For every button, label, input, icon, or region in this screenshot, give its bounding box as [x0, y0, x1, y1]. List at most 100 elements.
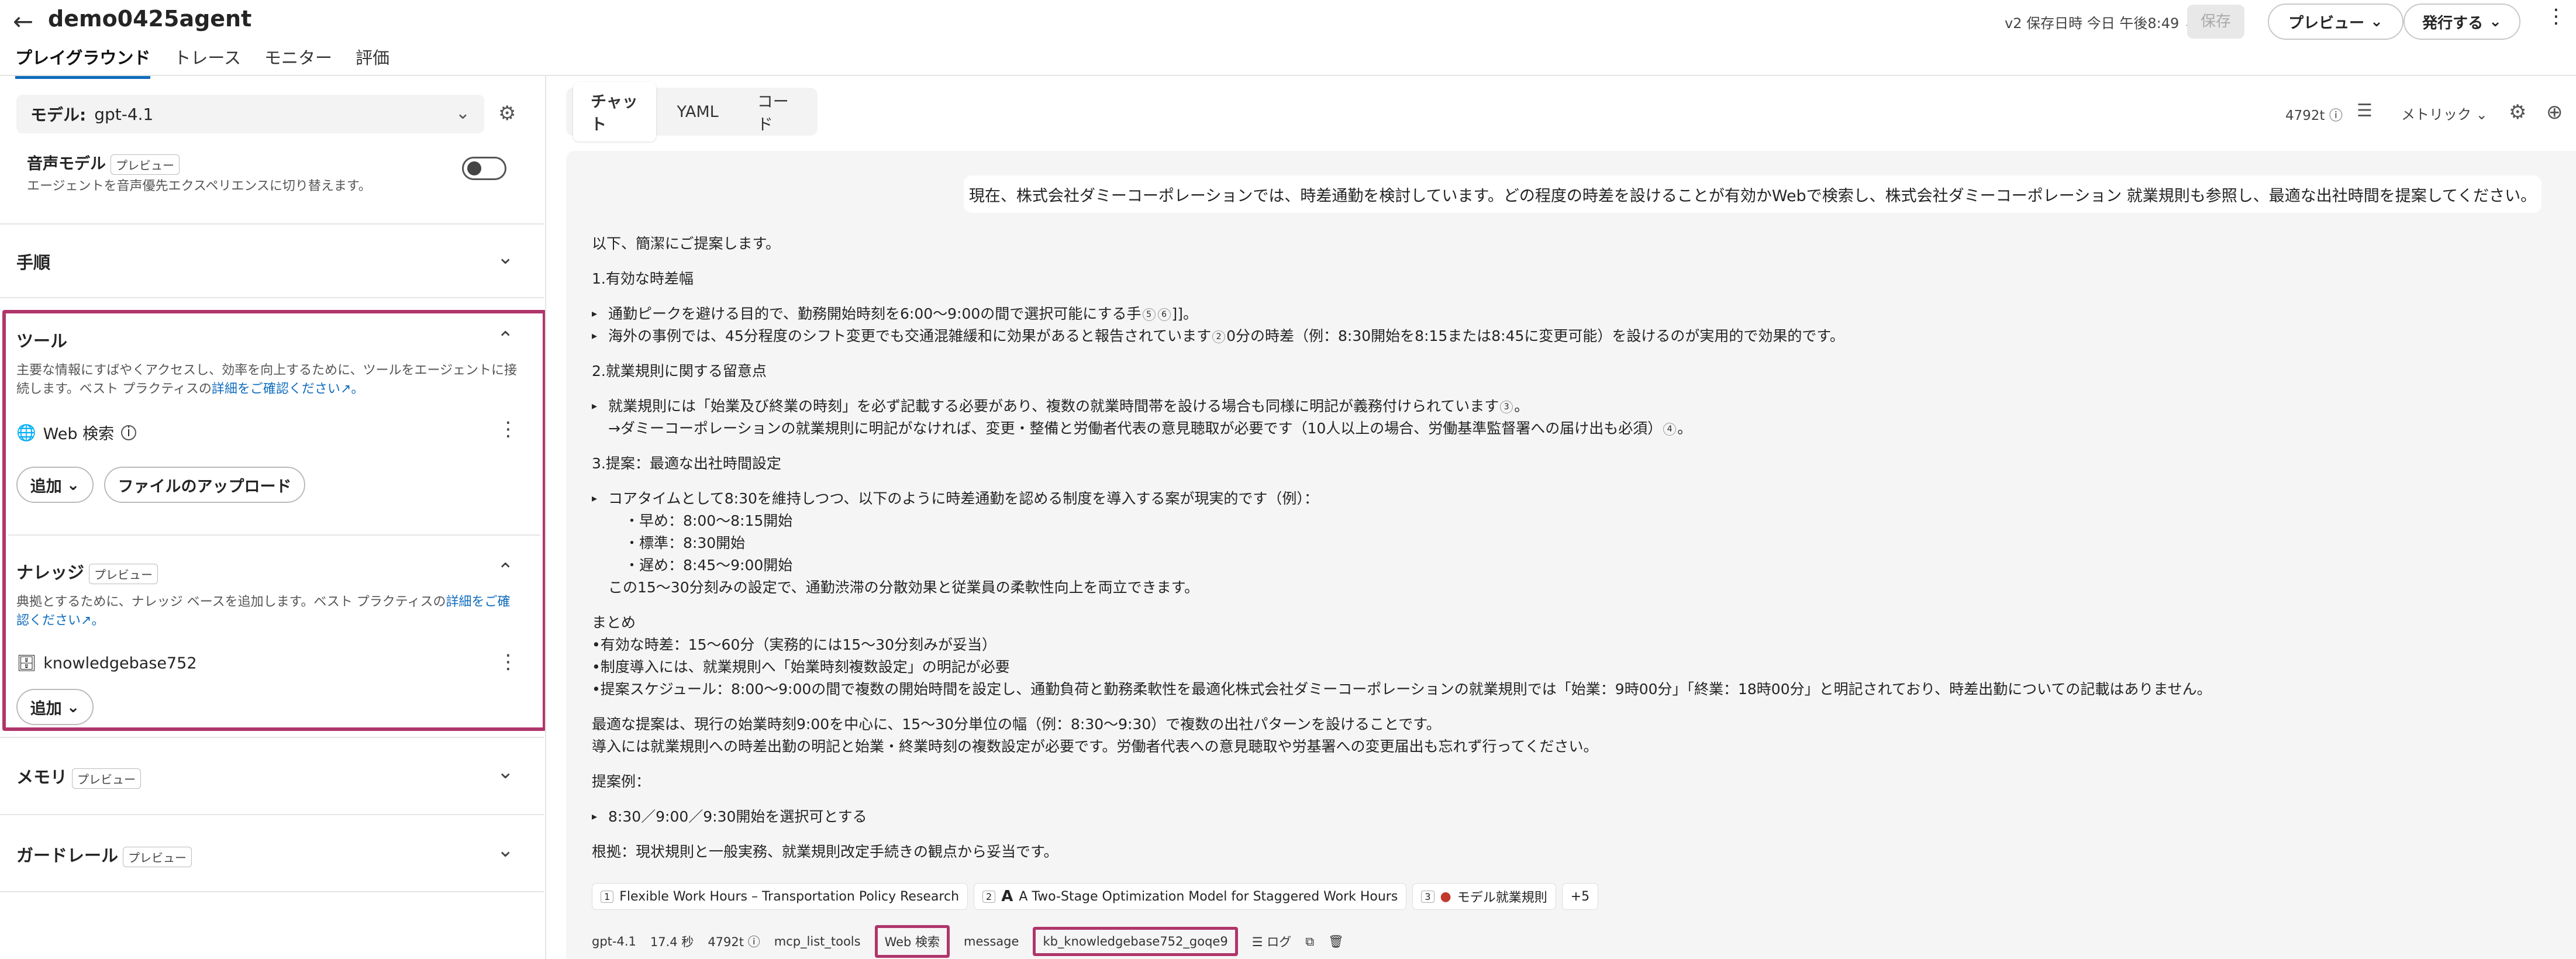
reference-list: 1 Flexible Work Hours – Transportation Po… [592, 883, 1599, 910]
answer-heading-1: 1.有効な時差幅 [592, 270, 694, 287]
step-message[interactable]: message [964, 934, 1019, 948]
answer-sub-item: ・遅め：8:45〜9:00開始 [625, 557, 793, 574]
divider [0, 737, 544, 738]
knowledge-title-text: ナレッジ [16, 563, 85, 582]
reference-title: A Two-Stage Optimization Model for Stagg… [1019, 889, 1398, 904]
tab-playground[interactable]: プレイグラウンド [15, 44, 151, 79]
meta-tokens: 4792t ⓘ [708, 933, 760, 950]
add-tool-label: 追加 [30, 477, 62, 496]
web-search-label: Web 検索 [43, 425, 115, 443]
chevron-up-icon[interactable]: ⌃ [497, 559, 514, 582]
voice-model-toggle[interactable] [462, 157, 506, 180]
token-count: 4792t ⓘ [2285, 104, 2343, 124]
summary-title: まとめ [592, 614, 636, 631]
divider [0, 891, 544, 892]
chevron-down-icon[interactable]: ⌄ [497, 246, 514, 269]
top-bar: ← demo0425agent プレイグラウンド トレース モニター 評価 v2… [0, 0, 2576, 79]
more-references-button[interactable]: +5 [1561, 883, 1599, 910]
publish-button[interactable]: 発行する ⌄ [2403, 4, 2520, 40]
guardrail-title: ガードレール プレビュー [16, 842, 192, 867]
database-icon: 🗄 [16, 654, 37, 672]
step-mcp-list-tools[interactable]: mcp_list_tools [774, 934, 861, 948]
preview-badge: プレビュー [111, 154, 180, 175]
line-text-end: 。 [1677, 420, 1692, 437]
reference-chip[interactable]: 1 Flexible Work Hours – Transportation Po… [592, 883, 968, 910]
chevron-down-icon[interactable]: ⌄ [497, 839, 514, 862]
token-count-text: 4792t [2285, 108, 2325, 123]
chevron-down-icon: ⌄ [2489, 13, 2502, 30]
tab-trace[interactable]: トレース [174, 44, 241, 79]
tab-chat[interactable]: チャット [573, 82, 656, 142]
knowledge-item-label: knowledgebase752 [43, 654, 197, 672]
chevron-down-icon[interactable]: ⌄ [497, 760, 514, 784]
run-meta-bar: gpt-4.1 17.4 秒 4792t ⓘ mcp_list_tools We… [592, 925, 1344, 958]
citation-marker[interactable]: 2 [1212, 330, 1226, 343]
source-logo-icon: A [1001, 888, 1013, 905]
copy-icon[interactable]: ⧉ [1305, 934, 1314, 949]
gear-icon[interactable]: ⚙ [2509, 101, 2526, 124]
add-tool-button[interactable]: 追加 ⌄ [16, 467, 94, 503]
chevron-down-icon: ⌄ [2475, 106, 2488, 123]
answer-bullet: 通勤ピークを避ける目的で、勤務開始時刻を6:00〜9:00の間で選択可能にする手… [592, 303, 2563, 325]
new-chat-icon[interactable]: ⊕ [2546, 101, 2563, 124]
tab-evaluation[interactable]: 評価 [356, 44, 389, 79]
tab-yaml[interactable]: YAML [660, 96, 736, 128]
bullet-text-end: 。 [1514, 398, 1529, 415]
tools-desc: 主要な情報にすばやくアクセスし、効率を向上するために、ツールをエージェントに接続… [16, 361, 519, 399]
publish-label: 発行する [2422, 14, 2484, 32]
summary-item: •提案スケジュール：8:00〜9:00の間で複数の開始時間を設定し、通勤負荷と勤… [592, 681, 2212, 698]
back-arrow-icon[interactable]: ← [13, 7, 33, 36]
divider [0, 297, 544, 298]
external-link-icon: ↗。 [81, 613, 105, 628]
step-knowledge-base[interactable]: kb_knowledgebase752_goqe9 [1033, 927, 1238, 956]
web-search-tool[interactable]: 🌐 Web 検索 i [16, 421, 137, 444]
reference-number: 1 [601, 890, 614, 903]
bullet-text-end: ]]。 [1171, 305, 1198, 322]
tab-code[interactable]: コード [740, 82, 811, 142]
reference-title: Flexible Work Hours – Transportation Pol… [619, 889, 960, 904]
list-icon[interactable]: ☰ [2357, 101, 2372, 121]
preview-badge: プレビュー [123, 846, 192, 867]
version-save-info[interactable]: v2 保存日時 今日 午後8:49 ⌄ [2005, 12, 2195, 32]
view-tabs: チャット YAML コード [566, 82, 818, 142]
metric-label: メトリック [2401, 106, 2471, 123]
add-knowledge-button[interactable]: 追加 ⌄ [16, 689, 94, 725]
step-web-search[interactable]: Web 検索 [874, 925, 950, 958]
line-text: →ダミーコーポレーションの就業規則に明記がなければ、変更・整備と労働者代表の意見… [608, 420, 1663, 437]
more-options-icon[interactable]: ⋮ [498, 418, 518, 441]
preview-button[interactable]: プレビュー ⌄ [2268, 4, 2403, 40]
citation-marker[interactable]: 6 [1157, 308, 1171, 321]
tools-learn-more-link[interactable]: 詳細をご確認ください [212, 382, 340, 396]
answer-bullet: 8:30／9:00／9:30開始を選択可とする [592, 806, 2563, 828]
more-options-icon[interactable]: ⋮ [2546, 5, 2566, 28]
citation-marker[interactable]: 4 [1663, 423, 1677, 436]
log-button[interactable]: ☰ ログ [1252, 933, 1292, 950]
upload-files-button[interactable]: ファイルのアップロード [104, 467, 305, 503]
chevron-up-icon[interactable]: ⌃ [497, 327, 514, 351]
save-button[interactable]: 保存 [2187, 5, 2244, 39]
main-tabs: プレイグラウンド トレース モニター 評価 [15, 44, 389, 79]
model-select[interactable]: モデル: gpt-4.1 ⌄ [16, 95, 484, 133]
chevron-down-icon: ⌄ [455, 103, 470, 123]
sliders-icon[interactable]: ⚙ [498, 102, 516, 125]
info-icon: ⓘ [2329, 108, 2343, 123]
info-icon: ⓘ [747, 935, 760, 949]
trash-icon[interactable]: 🗑 [1328, 934, 1344, 949]
knowledge-desc: 典拠とするために、ナレッジ ベースを追加します。ベスト プラクティスの詳細をご確… [16, 593, 519, 630]
metric-select[interactable]: メトリック ⌄ [2401, 103, 2488, 123]
citation-marker[interactable]: 5 [1142, 308, 1156, 321]
version-save-label: v2 保存日時 今日 午後8:49 [2005, 15, 2180, 32]
divider [0, 814, 544, 815]
meta-model: gpt-4.1 [592, 934, 636, 948]
preview-badge: プレビュー [72, 768, 142, 789]
reference-chip[interactable]: 3 ● モデル就業規則 [1412, 883, 1556, 910]
citation-marker[interactable]: 3 [1500, 401, 1513, 413]
reference-chip[interactable]: 2A A Two-Stage Optimization Model for Sta… [974, 883, 1407, 910]
tab-monitor[interactable]: モニター [264, 44, 332, 79]
tools-title: ツール [16, 331, 68, 351]
list-icon: ☰ [1251, 935, 1263, 949]
more-options-icon[interactable]: ⋮ [498, 650, 518, 674]
answer-intro: 以下、簡潔にご提案します。 [592, 235, 781, 252]
panel-divider[interactable] [545, 76, 546, 959]
knowledge-item[interactable]: 🗄 knowledgebase752 [16, 654, 197, 673]
